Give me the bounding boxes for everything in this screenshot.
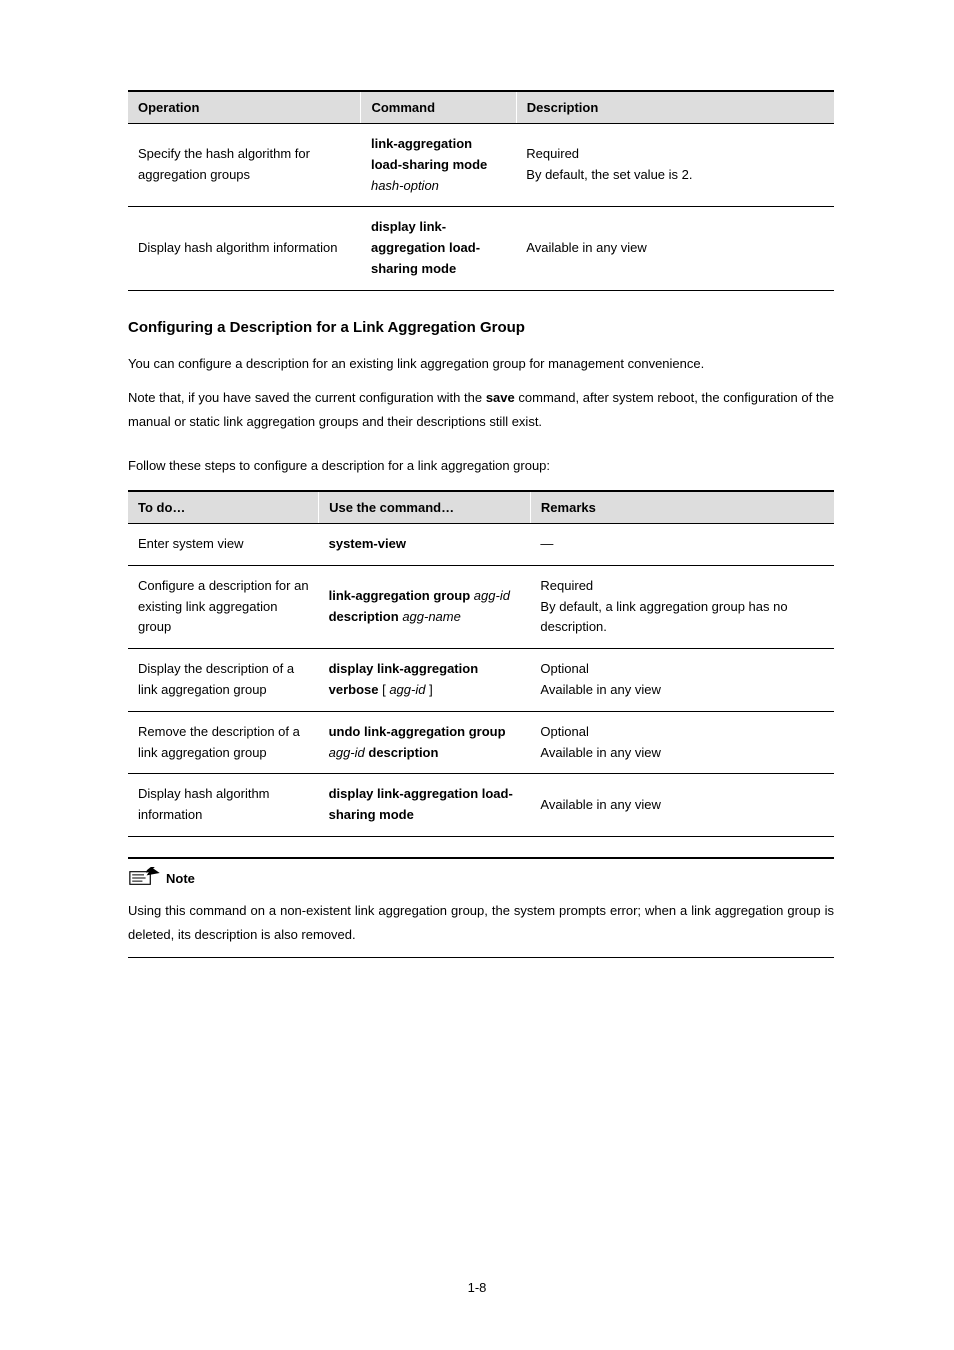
note-separator-bottom bbox=[128, 957, 834, 958]
th-todo: To do… bbox=[128, 491, 319, 524]
cell-command: system-view bbox=[319, 523, 531, 565]
cell-remarks: Available in any view bbox=[530, 774, 834, 837]
table-row: Remove the description of a link aggrega… bbox=[128, 711, 834, 774]
th-command: Command bbox=[361, 91, 516, 124]
th-description: Description bbox=[516, 91, 834, 124]
cell-command: display link-aggregation verbose [ agg-i… bbox=[319, 649, 531, 712]
cell-command: link-aggregation load-sharing mode hash-… bbox=[361, 124, 516, 207]
cell-operation: Specify the hash algorithm for aggregati… bbox=[128, 124, 361, 207]
table-row: Display hash algorithm information displ… bbox=[128, 774, 834, 837]
section-follow-text: Follow these steps to configure a descri… bbox=[128, 454, 834, 478]
section-paragraph: You can configure a description for an e… bbox=[128, 352, 834, 376]
cell-remarks: OptionalAvailable in any view bbox=[530, 711, 834, 774]
cell-description: Available in any view bbox=[516, 207, 834, 290]
th-use-command: Use the command… bbox=[319, 491, 531, 524]
cell-description: RequiredBy default, the set value is 2. bbox=[516, 124, 834, 207]
note-label: Note bbox=[166, 871, 195, 889]
cell-command: display link-aggregation load-sharing mo… bbox=[361, 207, 516, 290]
cell-command: undo link-aggregation group agg-id descr… bbox=[319, 711, 531, 774]
cell-remarks: RequiredBy default, a link aggregation g… bbox=[530, 565, 834, 648]
config-table-2: To do… Use the command… Remarks Enter sy… bbox=[128, 490, 834, 837]
config-table-1: Operation Command Description Specify th… bbox=[128, 90, 834, 291]
cell-command: link-aggregation group agg-id descriptio… bbox=[319, 565, 531, 648]
cell-operation: Display hash algorithm information bbox=[128, 207, 361, 290]
cell-todo: Display the description of a link aggreg… bbox=[128, 649, 319, 712]
table-row: Specify the hash algorithm for aggregati… bbox=[128, 124, 834, 207]
cell-todo: Configure a description for an existing … bbox=[128, 565, 319, 648]
page-number: 1-8 bbox=[0, 1280, 954, 1295]
table-row: Enter system view system-view — bbox=[128, 523, 834, 565]
cell-remarks: OptionalAvailable in any view bbox=[530, 649, 834, 712]
section-paragraph: Note that, if you have saved the current… bbox=[128, 386, 834, 434]
note-separator-top bbox=[128, 857, 834, 859]
cell-todo: Remove the description of a link aggrega… bbox=[128, 711, 319, 774]
cell-todo: Enter system view bbox=[128, 523, 319, 565]
note-header: Note bbox=[128, 867, 834, 889]
cell-command: display link-aggregation load-sharing mo… bbox=[319, 774, 531, 837]
note-text: Using this command on a non-existent lin… bbox=[128, 899, 834, 947]
th-remarks: Remarks bbox=[530, 491, 834, 524]
table-row: Configure a description for an existing … bbox=[128, 565, 834, 648]
note-icon bbox=[128, 867, 160, 889]
th-operation: Operation bbox=[128, 91, 361, 124]
table-row: Display the description of a link aggreg… bbox=[128, 649, 834, 712]
cell-remarks: — bbox=[530, 523, 834, 565]
cell-todo: Display hash algorithm information bbox=[128, 774, 319, 837]
table-row: Display hash algorithm information displ… bbox=[128, 207, 834, 290]
section-heading: Configuring a Description for a Link Agg… bbox=[128, 319, 834, 336]
